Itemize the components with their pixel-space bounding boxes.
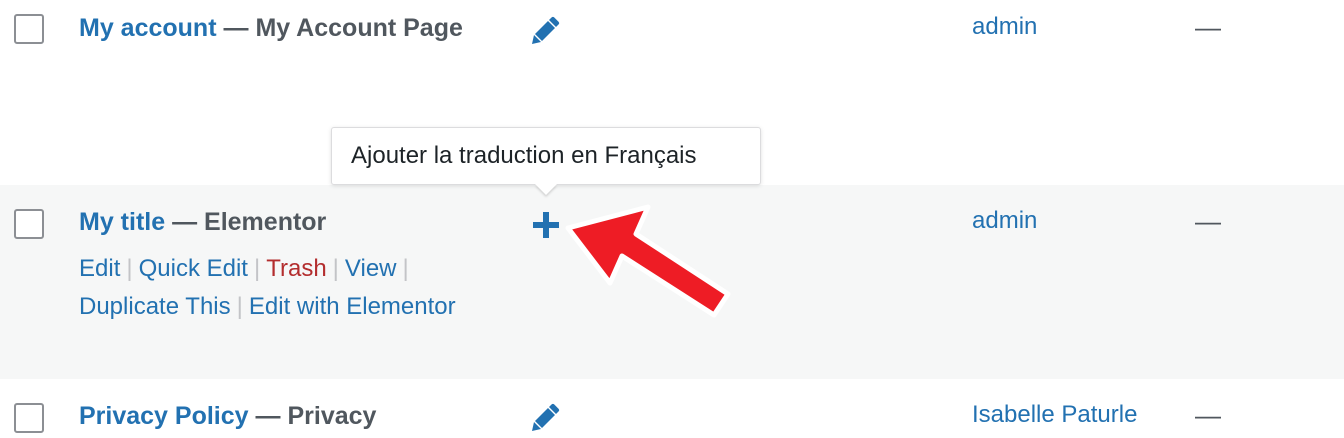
view-link[interactable]: View: [345, 255, 397, 282]
table-row: Privacy Policy — Privacy Isabelle Paturl…: [0, 379, 1344, 438]
title-cell: My title — Elementor: [79, 203, 469, 241]
duplicate-link[interactable]: Duplicate This: [79, 293, 231, 320]
date-empty: —: [1195, 400, 1221, 430]
page-title-link[interactable]: Privacy Policy: [79, 402, 249, 430]
page-title-link[interactable]: My title: [79, 208, 165, 236]
trash-link[interactable]: Trash: [266, 255, 326, 282]
title-separator: —: [165, 208, 205, 236]
date-empty: —: [1195, 12, 1221, 42]
title-cell: Privacy Policy — Privacy: [79, 397, 469, 435]
author-link[interactable]: admin: [972, 206, 1037, 236]
row-checkbox[interactable]: [14, 209, 44, 239]
title-cell: My account — My Account Page: [79, 9, 469, 47]
edit-with-elementor-link[interactable]: Edit with Elementor: [249, 293, 456, 320]
pencil-icon[interactable]: [530, 401, 562, 433]
action-divider: |: [332, 255, 339, 282]
row-actions: Edit | Quick Edit | Trash | View | Duplicate Thi…: [79, 250, 479, 326]
row-checkbox[interactable]: [14, 403, 44, 433]
quick-edit-link[interactable]: Quick Edit: [139, 255, 248, 282]
action-divider: |: [402, 255, 409, 282]
page-title-link[interactable]: My account: [79, 14, 217, 42]
translation-tooltip: Ajouter la traduction en Français: [331, 127, 761, 185]
author-link[interactable]: admin: [972, 12, 1037, 42]
title-separator: —: [216, 14, 256, 42]
page-state: Elementor: [204, 208, 327, 236]
page-state: My Account Page: [255, 14, 463, 42]
annotation-arrow-icon: [565, 204, 731, 318]
pencil-icon[interactable]: [530, 14, 562, 46]
action-divider: |: [126, 255, 133, 282]
tooltip-text: Ajouter la traduction en Français: [351, 142, 697, 169]
row-checkbox[interactable]: [14, 14, 44, 44]
date-empty: —: [1195, 206, 1221, 236]
edit-link[interactable]: Edit: [79, 255, 120, 282]
page-state: Privacy: [287, 402, 377, 430]
title-separator: —: [248, 402, 288, 430]
author-link[interactable]: Isabelle Paturle: [972, 400, 1137, 430]
action-divider: |: [236, 293, 243, 320]
action-divider: |: [253, 255, 261, 282]
